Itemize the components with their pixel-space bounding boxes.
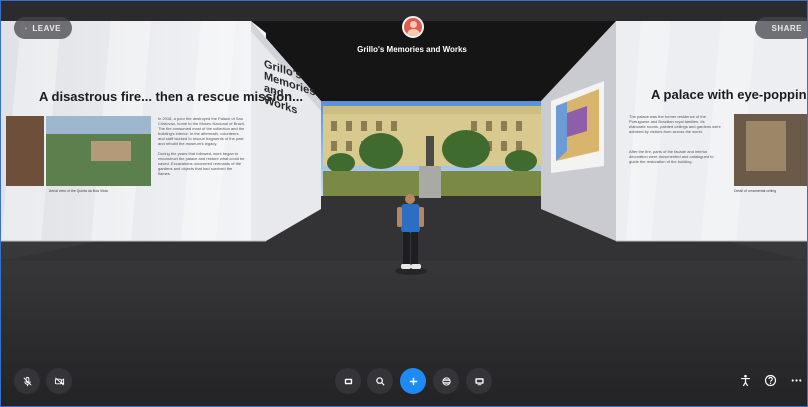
stack-icon (441, 376, 451, 386)
screen-share-icon (474, 377, 484, 385)
stack-button[interactable] (433, 368, 459, 394)
frame-button[interactable] (335, 368, 361, 394)
mic-muted-icon (23, 376, 31, 386)
share-label: SHARE (771, 23, 802, 33)
add-button[interactable] (400, 368, 426, 394)
left-wall-paragraph-2: During the years that followed, work beg… (158, 151, 245, 176)
more-icon (791, 378, 801, 382)
search-icon (375, 376, 385, 386)
more-options-button[interactable] (787, 371, 805, 389)
right-photo-caption: Detail of ornamental ceiling (734, 189, 777, 193)
user-avatar[interactable] (402, 16, 424, 38)
right-wall-paragraph: The palace was the former residence of t… (629, 114, 721, 134)
right-wall-heading: A palace with eye-popping detail (651, 87, 808, 102)
app-window: A disastrous fire... then a rescue missi… (0, 0, 808, 407)
gallery-scene (1, 1, 807, 406)
help-button[interactable] (761, 371, 779, 389)
share-button[interactable]: SHARE (755, 17, 807, 39)
exit-icon (25, 27, 28, 29)
accessibility-button[interactable] (736, 371, 754, 389)
left-photo-ruins (6, 116, 44, 186)
leave-button[interactable]: LEAVE (14, 17, 72, 39)
search-button[interactable] (367, 368, 393, 394)
help-icon (764, 374, 776, 386)
left-wall-paragraph: In 2018, a poor fire destroyed the Palac… (158, 116, 245, 146)
room-title: Grillo's Memories and Works (357, 45, 467, 54)
camera-off-icon (54, 376, 64, 386)
mic-toggle-button[interactable] (14, 368, 40, 394)
plus-icon (409, 377, 417, 385)
accessibility-icon (740, 374, 750, 386)
camera-toggle-button[interactable] (46, 368, 72, 394)
frame-icon (344, 378, 352, 384)
screen-share-button[interactable] (466, 368, 492, 394)
leave-label: LEAVE (32, 23, 61, 33)
right-wall-paragraph-2: After the fire, parts of the facade and … (629, 149, 714, 164)
left-photo-caption: Aerial view of the Quinta da Boa Vista (49, 189, 108, 193)
